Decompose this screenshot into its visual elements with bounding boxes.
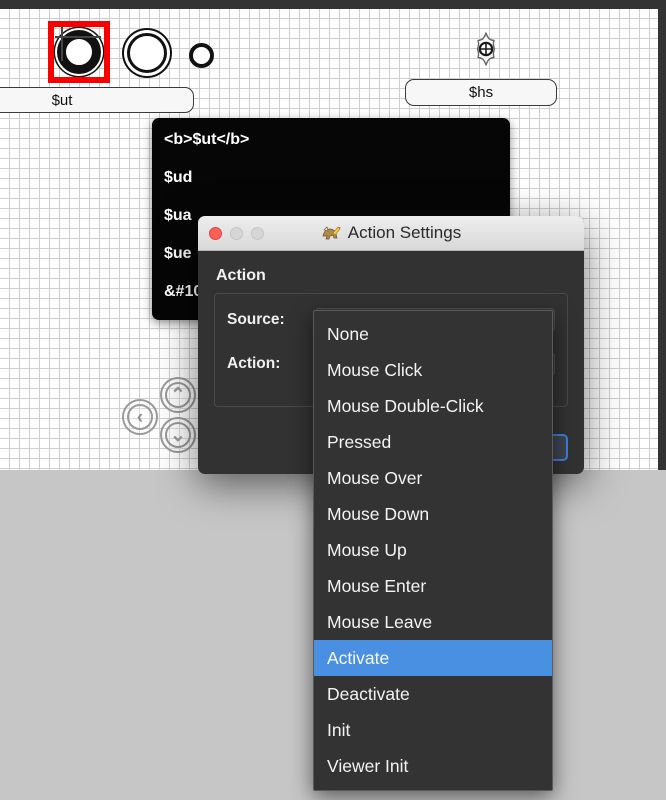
nav-left-button[interactable]: ‹ bbox=[122, 399, 158, 435]
dropdown-item-mouse-enter[interactable]: Mouse Enter bbox=[314, 568, 552, 604]
minimize-icon[interactable] bbox=[230, 226, 243, 240]
action-dropdown-menu[interactable]: None Mouse Click Mouse Double-Click Pres… bbox=[313, 310, 553, 791]
ring-medium-widget[interactable] bbox=[127, 33, 167, 73]
dropdown-item-deactivate[interactable]: Deactivate bbox=[314, 676, 552, 712]
selection-marquee[interactable] bbox=[48, 21, 110, 83]
dropdown-item-mouse-double-click[interactable]: Mouse Double-Click bbox=[314, 388, 552, 424]
chevron-down-icon: ⌄ bbox=[170, 424, 186, 446]
window-right-chrome bbox=[658, 0, 666, 470]
dropdown-item-mouse-down[interactable]: Mouse Down bbox=[314, 496, 552, 532]
dropdown-item-mouse-leave[interactable]: Mouse Leave bbox=[314, 604, 552, 640]
dropdown-item-mouse-over[interactable]: Mouse Over bbox=[314, 460, 552, 496]
source-label: Source: bbox=[227, 311, 285, 328]
chevron-up-icon: ⌃ bbox=[170, 384, 186, 406]
nav-up-button[interactable]: ⌃ bbox=[160, 377, 196, 413]
window-top-chrome bbox=[0, 0, 666, 9]
nav-down-button[interactable]: ⌄ bbox=[160, 417, 196, 453]
dropdown-item-pressed[interactable]: Pressed bbox=[314, 424, 552, 460]
tooltip-line: $ud bbox=[164, 169, 193, 186]
app-stage: $ut $hs ‹ ⌃ ⌄ <b>$ut</b> $ud $ua $ue &#1… bbox=[0, 0, 666, 800]
ring-small-widget[interactable] bbox=[189, 43, 214, 68]
maximize-icon[interactable] bbox=[251, 226, 264, 240]
action-label: Action: bbox=[227, 355, 281, 372]
dropdown-item-init[interactable]: Init bbox=[314, 712, 552, 748]
dropdown-item-mouse-up[interactable]: Mouse Up bbox=[314, 532, 552, 568]
field-hs[interactable]: $hs bbox=[405, 79, 557, 106]
dropdown-item-none[interactable]: None bbox=[314, 316, 552, 352]
field-hs-value: $hs bbox=[468, 84, 494, 101]
compass-icon[interactable] bbox=[468, 31, 504, 67]
dialog-titlebar[interactable]: Action Settings bbox=[198, 216, 584, 251]
section-title: Action bbox=[216, 267, 266, 284]
tooltip-line: <b>$ut</b> bbox=[164, 131, 250, 148]
field-ut-value: $ut bbox=[51, 91, 73, 109]
dropdown-item-activate[interactable]: Activate bbox=[314, 640, 552, 676]
dropdown-item-mouse-click[interactable]: Mouse Click bbox=[314, 352, 552, 388]
traffic-light-group bbox=[209, 226, 264, 240]
close-icon[interactable] bbox=[209, 226, 222, 240]
dialog-title: Action Settings bbox=[347, 223, 462, 242]
dropdown-item-viewer-init[interactable]: Viewer Init bbox=[314, 748, 552, 784]
chevron-left-icon: ‹ bbox=[136, 406, 144, 428]
field-ut[interactable]: $ut bbox=[0, 87, 194, 113]
dog-pencil-icon bbox=[321, 224, 341, 242]
